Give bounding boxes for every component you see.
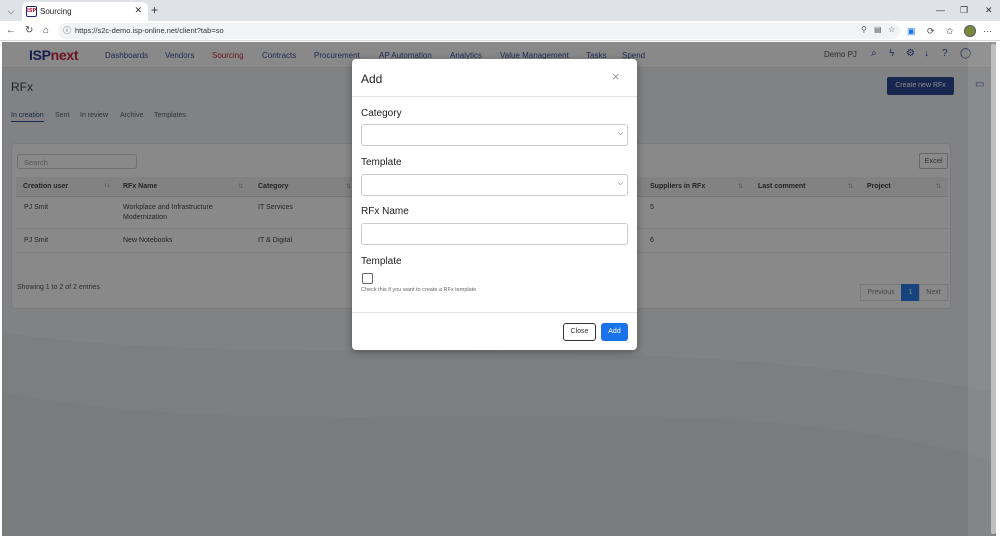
profile-icon[interactable]: [964, 25, 976, 37]
close-button[interactable]: Close: [563, 323, 596, 341]
site-info-icon[interactable]: ⓘ: [63, 25, 71, 36]
favorite-icon[interactable]: ☆: [888, 25, 895, 34]
template-checkbox-label: Template: [361, 256, 402, 267]
chevron-down-icon: ⌵: [617, 130, 623, 137]
minimize-icon[interactable]: —: [936, 4, 945, 16]
template-help-text: Check this if you want to create a RFx t…: [361, 287, 477, 293]
browser-tab-bar: ⌵ ISP Sourcing ✕ + — ❐ ✕: [0, 0, 1000, 21]
category-label: Category: [361, 108, 402, 119]
refresh-icon[interactable]: ↻: [25, 24, 33, 38]
template-checkbox[interactable]: [362, 273, 373, 284]
modal-header: Add ×: [352, 59, 637, 97]
zoom-icon[interactable]: ⚲: [861, 25, 867, 34]
close-tab-icon[interactable]: ✕: [134, 5, 142, 16]
scrollbar[interactable]: [991, 44, 996, 534]
modal-divider: [352, 312, 637, 313]
add-rfx-modal: Add × Category ⌵ Template ⌵ RFx Name Tem…: [352, 59, 637, 350]
back-icon[interactable]: ←: [6, 24, 16, 38]
maximize-icon[interactable]: ❐: [960, 4, 968, 16]
favorites-icon[interactable]: ✩: [946, 25, 954, 37]
rfx-name-input[interactable]: [361, 223, 628, 245]
new-tab-icon[interactable]: +: [151, 3, 158, 17]
modal-title: Add: [361, 72, 383, 86]
tab-title: Sourcing: [40, 7, 72, 16]
home-icon[interactable]: ⌂: [43, 24, 49, 38]
browser-tab[interactable]: ISP Sourcing ✕: [22, 2, 148, 21]
rfx-name-label: RFx Name: [361, 206, 409, 217]
address-bar-row: ← ↻ ⌂ ⓘ https://s2c-demo.isp-online.net/…: [0, 21, 1000, 41]
reader-icon[interactable]: ▤: [874, 25, 882, 34]
close-icon[interactable]: ×: [612, 70, 620, 84]
add-button[interactable]: Add: [601, 323, 628, 341]
template-select[interactable]: ⌵: [361, 174, 628, 196]
close-window-icon[interactable]: ✕: [985, 4, 993, 16]
favicon: ISP: [26, 6, 37, 17]
url-text: https://s2c-demo.isp-online.net/client?t…: [75, 26, 224, 35]
extension-icon[interactable]: ▣: [907, 25, 916, 37]
browser-menu-icon[interactable]: ⋯: [983, 25, 992, 37]
collections-icon[interactable]: ⟳: [927, 25, 935, 37]
template-label: Template: [361, 157, 402, 168]
url-field[interactable]: ⓘ https://s2c-demo.isp-online.net/client…: [58, 23, 900, 39]
category-select[interactable]: ⌵: [361, 124, 628, 146]
tab-list-icon[interactable]: ⌵: [4, 4, 18, 18]
chevron-down-icon: ⌵: [617, 180, 623, 187]
